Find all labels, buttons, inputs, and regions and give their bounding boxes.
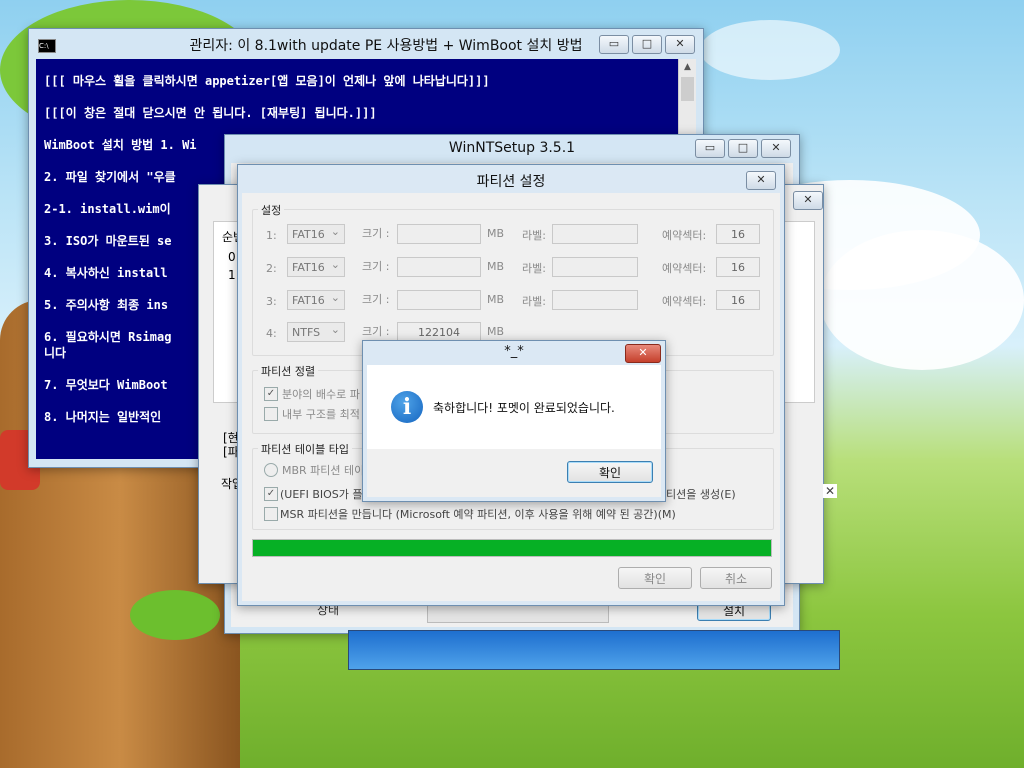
close-button[interactable]: ✕: [761, 139, 791, 158]
partition-titlebar[interactable]: 파티션 설정 ✕: [238, 165, 784, 195]
reserve-label: 예약섹터:: [662, 229, 707, 242]
minimize-button[interactable]: ▭: [695, 139, 725, 158]
close-button[interactable]: ✕: [746, 171, 776, 190]
size-field[interactable]: [397, 224, 481, 244]
app-launcher-strip: [348, 630, 840, 670]
scroll-up-arrow-icon[interactable]: ▲: [679, 59, 696, 76]
cloud: [820, 230, 1024, 370]
unit-label: MB: [487, 293, 505, 306]
reserve-label: 예약섹터:: [662, 295, 707, 308]
console-line: [[[이 창은 절대 닫으시면 안 됩니다. [재부팅] 됩니다.]]]: [44, 106, 377, 120]
fs-select[interactable]: FAT16: [287, 288, 345, 310]
fs-select[interactable]: NTFS: [287, 320, 345, 342]
maximize-button[interactable]: □: [728, 139, 758, 158]
cancel-button[interactable]: 취소: [700, 567, 772, 589]
partition-title: 파티션 설정: [476, 174, 546, 190]
label-field[interactable]: [552, 224, 638, 244]
align-option-label: 분야의 배수로 파: [282, 388, 360, 401]
unit-label: MB: [487, 260, 505, 273]
unit-label: MB: [487, 227, 505, 240]
list-row[interactable]: 0: [228, 250, 236, 264]
console-line: 5. 주의사항 최종 ins: [44, 298, 169, 312]
console-titlebar[interactable]: C:\ 관리자: 이 8.1with update PE 사용방법 + WimB…: [29, 29, 703, 59]
size-label: 크기 :: [362, 325, 390, 338]
size-label: 크기 :: [362, 227, 390, 240]
console-line: 7. 무엇보다 WimBoot: [44, 378, 168, 392]
status-progress: [427, 603, 609, 623]
info-icon: i: [391, 391, 423, 423]
ok-button[interactable]: 확인: [618, 567, 692, 589]
message-box[interactable]: *_* ✕ i 축하합니다! 포멧이 완료되었습니다. 확인: [362, 340, 666, 502]
console-line: [[[ 마우스 휠을 클릭하시면 appetizer[앱 모음]이 언제나 앞에…: [44, 74, 490, 88]
reserve-field[interactable]: 16: [716, 290, 760, 310]
mbr-option-label: MBR 파티션 테이: [282, 464, 365, 477]
minimize-button[interactable]: ▭: [599, 35, 629, 54]
console-line: 3. ISO가 마운트된 se: [44, 234, 172, 248]
row-number: 1:: [266, 229, 277, 242]
reserve-field[interactable]: 16: [716, 224, 760, 244]
close-button[interactable]: ✕: [793, 191, 823, 210]
row-number: 2:: [266, 262, 277, 275]
label-label: 라벨:: [522, 262, 546, 275]
msr-option-label: MSR 파티션을 만듭니다 (Microsoft 예약 파티션, 이후 사용을 …: [280, 508, 676, 521]
uefi-option-label: (UEFI BIOS가 플랫: [280, 488, 373, 501]
row-number: 3:: [266, 295, 277, 308]
console-line: 8. 나머지는 일반적인: [44, 410, 162, 424]
message-text: 축하합니다! 포멧이 완료되었습니다.: [433, 401, 615, 415]
cloud: [700, 20, 840, 80]
align-checkbox[interactable]: ✓: [264, 387, 278, 401]
size-field[interactable]: [397, 257, 481, 277]
align-label: 파티션 정렬: [258, 363, 319, 379]
winntsetup-titlebar[interactable]: WinNTSetup 3.5.1 ▭ □ ✕: [225, 135, 799, 165]
label-field[interactable]: [552, 290, 638, 310]
format-progress-bar: [252, 539, 772, 557]
size-field[interactable]: [397, 290, 481, 310]
label-label: 라벨:: [522, 295, 546, 308]
console-line: 니다: [44, 346, 67, 360]
msr-checkbox[interactable]: [264, 507, 278, 521]
maximize-button[interactable]: □: [632, 35, 662, 54]
size-field[interactable]: 122104: [397, 322, 481, 342]
ok-button[interactable]: 확인: [567, 461, 653, 483]
optimize-option-label: 내부 구조를 최적: [282, 408, 360, 421]
size-label: 크기 :: [362, 260, 390, 273]
close-icon[interactable]: ✕: [823, 484, 837, 498]
list-row[interactable]: 1: [228, 268, 236, 282]
sprout: [130, 590, 220, 640]
close-button[interactable]: ✕: [625, 344, 661, 363]
close-button[interactable]: ✕: [665, 35, 695, 54]
progress-fill: [253, 540, 771, 556]
console-line: WimBoot 설치 방법 1. Wi: [44, 138, 197, 152]
reserve-label: 예약섹터:: [662, 262, 707, 275]
scroll-thumb[interactable]: [681, 77, 694, 101]
row-number: 4:: [266, 327, 277, 340]
settings-label: 설정: [258, 202, 285, 218]
fs-select[interactable]: FAT16: [287, 255, 345, 277]
uefi-option-tail: 티션을 생성(E): [666, 488, 736, 501]
optimize-checkbox[interactable]: [264, 407, 278, 421]
label-label: 라벨:: [522, 229, 546, 242]
fs-select[interactable]: FAT16: [287, 222, 345, 244]
unit-label: MB: [487, 325, 505, 338]
message-content: i 축하합니다! 포멧이 완료되었습니다.: [367, 365, 661, 449]
label-field[interactable]: [552, 257, 638, 277]
mbr-radio[interactable]: [264, 463, 278, 477]
console-line: 2-1. install.wim이: [44, 202, 171, 216]
console-line: 4. 복사하신 install: [44, 266, 168, 280]
console-line: 6. 필요하시면 Rsimag: [44, 330, 172, 344]
table-type-label: 파티션 테이블 타입: [258, 441, 352, 457]
size-label: 크기 :: [362, 293, 390, 306]
reserve-field[interactable]: 16: [716, 257, 760, 277]
message-footer: 확인: [367, 449, 661, 497]
message-title: *_*: [504, 344, 524, 359]
uefi-checkbox[interactable]: ✓: [264, 487, 278, 501]
console-line: 2. 파일 찾기에서 "우클: [44, 170, 176, 184]
